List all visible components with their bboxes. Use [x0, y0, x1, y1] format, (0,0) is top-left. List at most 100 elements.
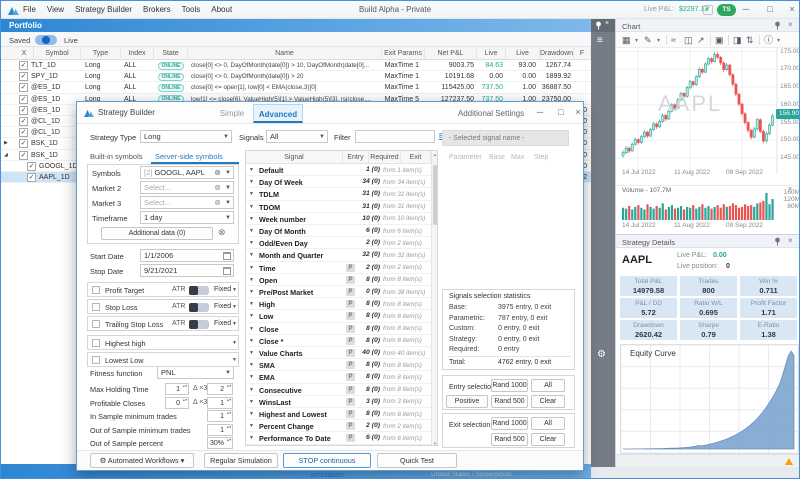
scroll-down-icon[interactable]: ▼ [433, 441, 437, 446]
row-checkbox[interactable] [92, 339, 100, 347]
signal-scrollbar[interactable]: ▲ ▼ [431, 151, 438, 446]
chevron-down-icon[interactable]: ▾ [657, 37, 660, 44]
table-row-tlt_1d[interactable]: ✓TLT_1DLongALLONLINEclose[0] <> 0, DayOf… [1, 60, 591, 71]
chevron-down-icon[interactable]: ▼ [232, 287, 237, 293]
close-icon[interactable]: × [788, 20, 793, 29]
footer-button-automated-workflows[interactable]: ⚙ Automated Workflows ▾ [90, 453, 194, 468]
start-date-field[interactable]: 1/1/2006 [140, 249, 234, 262]
row-checkbox[interactable]: ✓ [19, 106, 28, 115]
signal-row-winslast[interactable]: ▼WinsLastP3 (0)from 3 item(s) [246, 396, 431, 408]
close-button[interactable]: × [785, 4, 799, 14]
row-checkbox[interactable] [92, 320, 100, 328]
chevron-down-icon[interactable]: ▼ [232, 340, 237, 346]
chevron-down-icon[interactable]: ▾ [777, 37, 780, 44]
equity-curve-chart[interactable] [620, 344, 799, 454]
column-header-netpl[interactable]: Net P&L [425, 47, 477, 60]
footer-button-quick-test[interactable]: Quick Test [377, 453, 457, 468]
expand-icon[interactable]: ▼ [249, 289, 254, 295]
row-checkbox[interactable] [92, 356, 100, 364]
tab-simple[interactable]: Simple [213, 104, 251, 123]
signal-row-tdlm[interactable]: ▼TDLM31 (0)from 31 item(s) [246, 188, 431, 200]
tab-serverside-symbols[interactable]: Server-side symbols [155, 152, 223, 161]
scroll-thumb[interactable] [433, 165, 438, 225]
spinner-0-b[interactable]: 2 [207, 383, 233, 395]
clear-icon[interactable]: ⊗ [214, 167, 221, 179]
signal-row-ema[interactable]: ▼EMAP8 (0)from 8 item(s) [246, 371, 431, 383]
signal-row-close[interactable]: ▼CloseP8 (0)from 8 item(s) [246, 323, 431, 335]
expand-icon[interactable]: ▼ [249, 240, 254, 246]
atr-fixed-toggle[interactable] [189, 303, 209, 312]
signal-row-month-and-quarter[interactable]: ▼Month and Quarter32 (0)from 32 item(s) [246, 249, 431, 261]
trendline-icon[interactable]: ↗ [697, 35, 705, 45]
expand-icon[interactable]: ▼ [249, 435, 254, 441]
menu-brokers[interactable]: Brokers [143, 5, 171, 14]
expand-icon[interactable]: ▼ [249, 228, 254, 234]
draw-icon[interactable]: ✎ [644, 35, 652, 45]
signal-row-pre-post-market[interactable]: ▼Pre/Post MarketP0 (0)from 38 item(s) [246, 286, 431, 298]
saved-live-toggle[interactable] [35, 35, 57, 45]
signal-row-default[interactable]: ▼Default1 (0)from 1 item(s) [246, 164, 431, 176]
expand-icon[interactable]: ▼ [249, 326, 254, 332]
spinner-4-b[interactable]: 30% [207, 437, 233, 449]
chevron-down-icon[interactable]: ▼ [232, 321, 237, 327]
scroll-up-icon[interactable]: ▲ [433, 152, 437, 157]
menu-tools[interactable]: Tools [182, 5, 201, 14]
add-series-icon[interactable]: ▦ [622, 35, 631, 45]
atr-fixed-toggle[interactable] [189, 286, 209, 295]
clear-icon[interactable]: ⊗ [214, 182, 221, 194]
row-checkbox[interactable]: ✓ [19, 139, 28, 148]
clear-icon[interactable]: ⊗ [218, 227, 226, 238]
line-chart-icon[interactable]: ≈ [671, 35, 676, 45]
strategy-type-dropdown[interactable]: Long▼ [140, 130, 232, 143]
signal-row-low[interactable]: ▼LowP8 (0)from 8 item(s) [246, 310, 431, 322]
row-checkbox[interactable]: ✓ [19, 117, 28, 126]
clipboard-icon[interactable]: ◨ [733, 35, 742, 45]
expand-icon[interactable]: ▼ [249, 216, 254, 222]
column-header-liveposition[interactable]: Live Position [506, 47, 540, 60]
clear-icon[interactable]: ⊗ [214, 197, 221, 209]
row-checkbox[interactable]: ✓ [19, 72, 28, 81]
expand-icon[interactable]: ▼ [249, 399, 254, 405]
signal-column-exit[interactable]: Exit [401, 151, 431, 164]
signal-row-day-of-week[interactable]: ▼Day Of Week34 (0)from 34 item(s) [246, 176, 431, 188]
tab-builtin-symbols[interactable]: Built-in symbols [90, 152, 143, 161]
expand-icon[interactable]: ▼ [249, 179, 254, 185]
signal-row-week-number[interactable]: ▼Week number10 (0)from 10 item(s) [246, 213, 431, 225]
signals-dropdown[interactable]: All▼ [266, 130, 328, 143]
entry-button-clear[interactable]: Clear [531, 395, 565, 408]
expander-icon[interactable]: ◢ [4, 152, 8, 158]
snapshot-icon[interactable]: ▣ [715, 35, 724, 45]
row-checkbox[interactable]: ✓ [27, 162, 36, 171]
row-checkbox[interactable]: ✓ [19, 151, 28, 160]
market3-field[interactable]: Select...⊗▼ [140, 196, 234, 209]
stop-date-field[interactable]: 9/21/2021 [140, 264, 234, 277]
menu-file[interactable]: File [23, 5, 36, 14]
exit-button-all[interactable]: All [531, 417, 565, 430]
footer-button-regular-simulation[interactable]: Regular Simulation [204, 453, 278, 468]
dialog-close-button[interactable]: × [571, 107, 585, 117]
chevron-down-icon[interactable]: ▼ [232, 357, 237, 363]
menu-about[interactable]: About [211, 5, 232, 14]
timeframe-dropdown[interactable]: 1 day▼ [140, 211, 234, 224]
expand-icon[interactable]: ▼ [249, 277, 254, 283]
filter-input[interactable] [355, 130, 435, 143]
candlestick-chart-icon[interactable]: ◫ [684, 35, 693, 45]
atr-fixed-toggle[interactable] [189, 320, 209, 329]
additional-data-button[interactable]: Additional data (0) [101, 227, 213, 240]
tab-advanced[interactable]: Advanced [253, 104, 303, 123]
expand-icon[interactable]: ▼ [249, 350, 254, 356]
spinner-3-b[interactable]: 1 [207, 424, 233, 436]
exit-button-rand-1000[interactable]: Rand 1000 [491, 417, 528, 430]
signal-row-highest-and-lowest[interactable]: ▼Highest and LowestP8 (0)from 8 item(s) [246, 408, 431, 420]
chevron-down-icon[interactable]: ▼ [232, 304, 237, 310]
column-header-exitparams[interactable]: Exit Params [382, 47, 425, 60]
pin-icon[interactable] [774, 237, 781, 248]
exit-button-clear[interactable]: Clear [531, 433, 565, 446]
avatar[interactable]: TS [717, 4, 736, 16]
gear-icon[interactable]: ⚙ [597, 349, 606, 360]
signal-row-day-of-month[interactable]: ▼Day Of Month6 (0)from 6 item(s) [246, 225, 431, 237]
row-checkbox[interactable]: ✓ [19, 95, 28, 104]
warning-icon[interactable] [785, 458, 793, 465]
signal-row-percent-change[interactable]: ▼Percent ChangeP2 (0)from 2 item(s) [246, 420, 431, 432]
row-checkbox[interactable] [92, 286, 100, 294]
